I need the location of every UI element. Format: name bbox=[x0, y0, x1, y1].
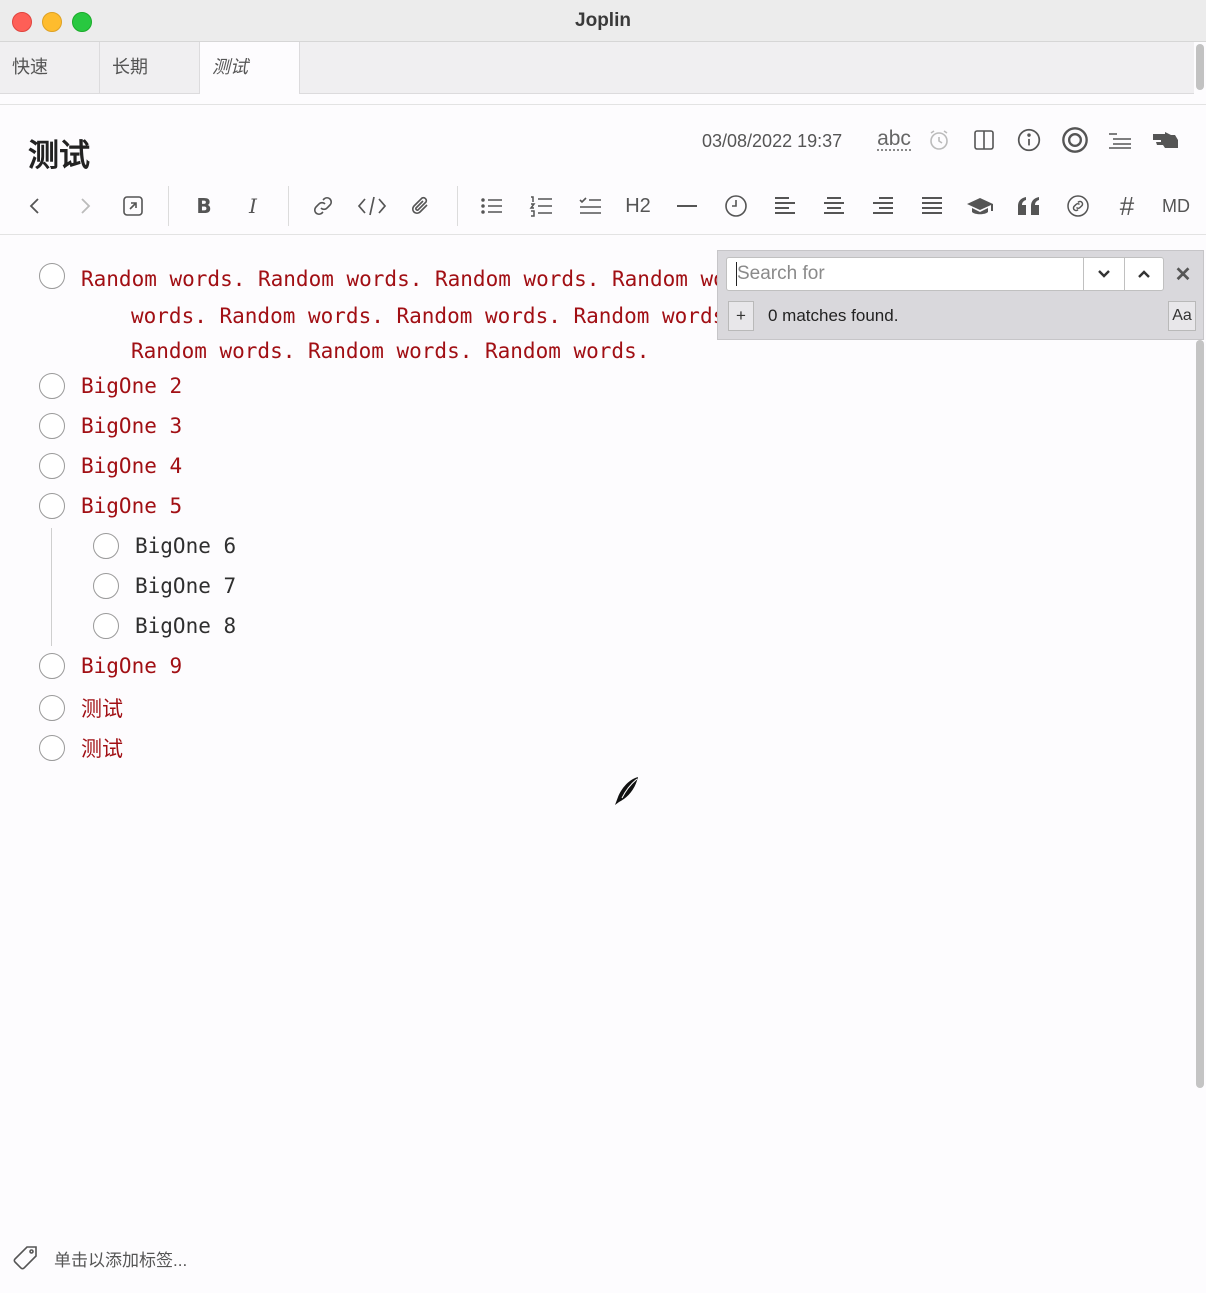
window-titlebar: Joplin bbox=[0, 0, 1206, 42]
list-item-text[interactable]: BigOne 8 bbox=[135, 614, 236, 638]
checkbox[interactable] bbox=[39, 493, 65, 519]
bold-icon[interactable]: B bbox=[187, 189, 221, 223]
tag-hash-icon[interactable]: # bbox=[1110, 189, 1144, 223]
list-item: BigOne 8 bbox=[93, 613, 236, 639]
external-edit-icon[interactable] bbox=[116, 189, 150, 223]
close-search-icon[interactable]: ✕ bbox=[1170, 261, 1196, 287]
replace-toggle-button[interactable]: + bbox=[728, 301, 754, 331]
list-item: BigOne 5 bbox=[39, 493, 182, 519]
note-date: 03/08/2022 19:37 bbox=[702, 131, 843, 151]
checkbox[interactable] bbox=[39, 453, 65, 479]
tab-quick[interactable]: 快速 bbox=[0, 42, 100, 93]
list-item: BigOne 3 bbox=[39, 413, 182, 439]
horizontal-rule-icon[interactable] bbox=[670, 189, 704, 223]
list-item-text[interactable]: BigOne 2 bbox=[81, 374, 182, 398]
checkbox[interactable] bbox=[39, 413, 65, 439]
pen-cursor-icon bbox=[615, 777, 638, 805]
blockquote-icon[interactable] bbox=[1012, 189, 1046, 223]
list-item: 测试 bbox=[39, 693, 123, 723]
link-icon[interactable] bbox=[306, 189, 340, 223]
list-item-text[interactable]: BigOne 5 bbox=[81, 494, 182, 518]
focus-target-icon[interactable] bbox=[1059, 124, 1091, 156]
list-item: BigOne 7 bbox=[93, 573, 236, 599]
note-info-icon[interactable] bbox=[1013, 124, 1045, 156]
code-icon[interactable] bbox=[355, 189, 389, 223]
add-tag-placeholder[interactable]: 单击以添加标签... bbox=[54, 1246, 187, 1271]
indent-guide bbox=[51, 528, 52, 646]
spellcheck-label: abc bbox=[877, 127, 911, 151]
checkbox[interactable] bbox=[39, 653, 65, 679]
window-title: Joplin bbox=[575, 10, 631, 31]
align-right-icon[interactable] bbox=[866, 189, 900, 223]
checkbox[interactable] bbox=[39, 263, 65, 289]
insert-link-circle-icon[interactable] bbox=[1061, 189, 1095, 223]
toggle-layout-icon[interactable] bbox=[968, 124, 1000, 156]
list-item-text[interactable]: BigOne 6 bbox=[135, 534, 236, 558]
heading-button[interactable]: H2 bbox=[621, 189, 655, 223]
list-item-text[interactable]: BigOne 9 bbox=[81, 654, 182, 678]
spellcheck-button[interactable]: abc bbox=[876, 124, 912, 156]
bullet-list-icon[interactable] bbox=[475, 189, 509, 223]
toolbar-separator bbox=[288, 186, 289, 226]
plugin-pointer-icon[interactable] bbox=[1150, 124, 1182, 156]
list-item-text[interactable]: BigOne 7 bbox=[135, 574, 236, 598]
tab-scrollbar[interactable] bbox=[1196, 44, 1204, 90]
list-item: BigOne 6 bbox=[93, 533, 236, 559]
toolbar-separator bbox=[457, 186, 458, 226]
attachment-icon[interactable] bbox=[404, 189, 438, 223]
align-center-icon[interactable] bbox=[817, 189, 851, 223]
match-case-button[interactable]: Aa bbox=[1168, 301, 1196, 331]
list-item: BigOne 9 bbox=[39, 653, 182, 679]
list-item-line: words. Random words. Random words. Rando… bbox=[131, 304, 761, 328]
search-next-button[interactable] bbox=[1084, 257, 1124, 291]
list-item-text[interactable]: BigOne 4 bbox=[81, 454, 182, 478]
graduation-cap-icon[interactable] bbox=[963, 189, 997, 223]
numbered-list-icon[interactable] bbox=[524, 189, 558, 223]
checkbox[interactable] bbox=[39, 735, 65, 761]
chevron-up-icon bbox=[1138, 270, 1150, 278]
search-previous-button[interactable] bbox=[1124, 257, 1164, 291]
checklist-icon[interactable] bbox=[573, 189, 607, 223]
tag-bar[interactable]: 单击以添加标签... bbox=[12, 1244, 187, 1272]
table-of-contents-icon[interactable] bbox=[1104, 124, 1136, 156]
search-input[interactable]: Search for bbox=[726, 257, 1084, 291]
italic-icon[interactable]: I bbox=[236, 189, 270, 223]
checkbox[interactable] bbox=[93, 613, 119, 639]
forward-arrow-icon[interactable] bbox=[68, 189, 102, 223]
list-item-text[interactable]: 测试 bbox=[81, 733, 123, 763]
list-item: Random words. Random words. Random words… bbox=[39, 261, 865, 370]
search-matches-text: 0 matches found. bbox=[768, 306, 899, 325]
insert-time-icon[interactable] bbox=[719, 189, 753, 223]
checkbox[interactable] bbox=[93, 533, 119, 559]
checkbox[interactable] bbox=[93, 573, 119, 599]
list-item-text[interactable]: 测试 bbox=[81, 693, 123, 723]
text-caret bbox=[736, 262, 737, 286]
checkbox[interactable] bbox=[39, 373, 65, 399]
align-left-icon[interactable] bbox=[768, 189, 802, 223]
back-arrow-icon[interactable] bbox=[18, 189, 52, 223]
note-title[interactable]: 测试 bbox=[28, 130, 90, 175]
align-justify-icon[interactable] bbox=[915, 189, 949, 223]
list-item-text[interactable]: BigOne 3 bbox=[81, 414, 182, 438]
toolbar-divider bbox=[0, 234, 1206, 235]
checkbox[interactable] bbox=[39, 695, 65, 721]
toggle-markdown-button[interactable]: MD bbox=[1157, 189, 1195, 223]
tab-longterm[interactable]: 长期 bbox=[100, 42, 200, 93]
tag-icon bbox=[13, 1246, 37, 1270]
list-item: BigOne 4 bbox=[39, 453, 182, 479]
search-panel: Search for ✕ + 0 matches found. Aa bbox=[717, 250, 1204, 340]
list-item: BigOne 2 bbox=[39, 373, 182, 399]
toolbar-separator bbox=[168, 186, 169, 226]
tab-test[interactable]: 测试 bbox=[200, 42, 300, 94]
note-tab-bar: 快速 长期 测试 bbox=[0, 42, 1194, 94]
divider bbox=[0, 104, 1206, 105]
list-item: 测试 bbox=[39, 733, 123, 763]
editor-scrollbar[interactable] bbox=[1196, 340, 1204, 1088]
chevron-down-icon bbox=[1098, 270, 1110, 278]
alarm-icon[interactable] bbox=[923, 124, 955, 156]
